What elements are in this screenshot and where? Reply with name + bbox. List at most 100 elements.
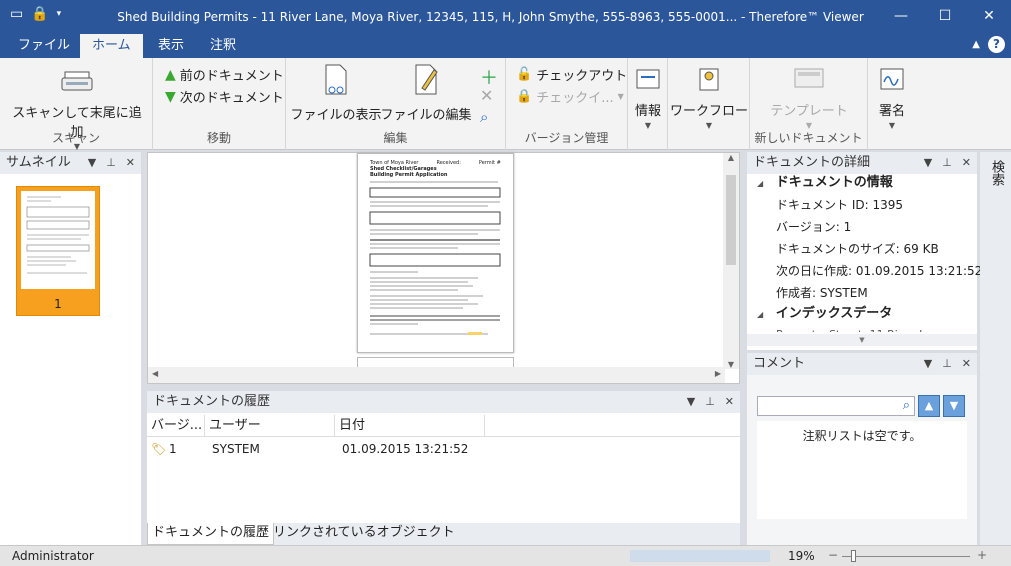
zoom-level: 19%	[788, 549, 815, 563]
doc-author: 作成者: SYSTEM	[776, 286, 868, 300]
col-version[interactable]: バージ...	[147, 415, 205, 437]
col-user[interactable]: ユーザー	[205, 415, 335, 437]
edit-file-button[interactable]: ファイルの編集	[380, 64, 472, 123]
chevron-down-icon: ▼	[888, 121, 896, 130]
search-icon[interactable]: ⌕	[903, 398, 910, 413]
quick-access-toolbar: ▭ 🔒 ▾	[10, 6, 61, 22]
ribbon-tabs: ファイル ホーム 表示 注釈 ▲ ?	[0, 34, 1011, 58]
prev-comment-button[interactable]: ▲	[918, 395, 940, 417]
page-header-mid: Received:	[436, 160, 461, 166]
comments-panel-title: コメント	[753, 356, 806, 371]
close-button[interactable]: ✕	[967, 0, 1011, 32]
scanner-icon	[61, 71, 93, 91]
chevron-down-icon[interactable]: ▼	[88, 152, 96, 174]
group-new-document: テンプレート ▼ 新しいドキュメント	[750, 58, 868, 150]
zoom-slider-handle[interactable]	[851, 550, 856, 562]
table-row[interactable]: 🏷 1 SYSTEM 01.09.2015 13:21:52	[147, 438, 740, 460]
pin-icon[interactable]: ⊥	[705, 391, 715, 413]
scroll-down-icon[interactable]: ▼	[723, 360, 739, 369]
search-icon: ⌕	[480, 108, 489, 126]
signature-icon	[880, 68, 904, 90]
chevron-down-icon[interactable]: ▾	[57, 9, 62, 19]
pin-icon[interactable]: ⊥	[942, 353, 952, 375]
template-icon	[794, 68, 824, 88]
workflow-icon	[699, 68, 719, 91]
zoom-in-button[interactable]: +	[977, 548, 987, 562]
history-tabs: ドキュメントの履歴 リンクされているオブジェクト	[147, 523, 740, 545]
thumbnail-image	[21, 191, 95, 289]
chevron-down-icon[interactable]: ▼	[687, 391, 695, 413]
page-header-right: Permit #	[478, 160, 501, 166]
group-info: 情報 ▼	[628, 58, 668, 150]
next-document-button[interactable]: ▼ 次のドキュメント	[165, 87, 284, 107]
pin-icon[interactable]: ⊥	[942, 152, 952, 174]
search-side-tab[interactable]: 検索	[980, 152, 1011, 545]
info-button[interactable]: 情報 ▼	[628, 66, 668, 130]
window-title: Shed Building Permits - 11 River Lane, M…	[117, 10, 864, 24]
comments-panel: コメント ▼ ⊥ ✕ ⌕ ▲ ▼ 注釈リストは空です。	[747, 353, 977, 545]
maximize-button[interactable]: ☐	[923, 0, 967, 32]
search-button[interactable]: ⌕	[480, 108, 488, 126]
scroll-right-icon[interactable]: ▶	[715, 369, 721, 378]
close-icon[interactable]: ✕	[962, 152, 971, 174]
doc-id: ドキュメント ID: 1395	[776, 198, 903, 212]
lock-icon[interactable]: 🔒	[31, 6, 48, 22]
scrollbar-thumb[interactable]	[726, 175, 736, 265]
index-section-header[interactable]: ◢ インデックスデータ	[757, 303, 892, 325]
chevron-down-icon[interactable]: ▼	[924, 152, 932, 174]
chevron-down-icon: ▼	[705, 121, 713, 130]
index-property-partial: Property: Street: 11 River Lane	[776, 324, 946, 332]
vertical-scrollbar[interactable]: ▲ ▼	[723, 153, 739, 369]
thumbnail-page-1[interactable]: 1	[16, 186, 100, 316]
status-user: Administrator	[12, 549, 94, 563]
history-panel-title: ドキュメントの履歴	[153, 394, 271, 409]
tab-document-history[interactable]: ドキュメントの履歴	[147, 523, 275, 545]
arrow-up-icon: ▲	[165, 66, 176, 83]
minimize-button[interactable]: —	[879, 0, 923, 32]
chevron-down-icon[interactable]: ▼	[924, 353, 932, 375]
next-comment-button[interactable]: ▼	[943, 395, 965, 417]
tab-annotation[interactable]: 注釈	[198, 34, 248, 58]
close-icon[interactable]: ✕	[962, 353, 971, 375]
collapse-ribbon-icon[interactable]: ▲	[972, 39, 980, 50]
group-sign: 署名 ▼	[868, 58, 916, 150]
group-scan: スキャンして末尾に追加 ▼ スキャン	[0, 58, 153, 151]
zoom-out-button[interactable]: −	[828, 548, 838, 562]
zoom-slider-track[interactable]	[842, 556, 970, 557]
delete-page-button[interactable]: ✕	[480, 86, 493, 105]
document-page-content	[369, 181, 501, 335]
close-icon[interactable]: ✕	[725, 391, 734, 413]
doc-created: 次の日に作成: 01.09.2015 13:21:52	[776, 264, 983, 278]
doc-size: ドキュメントのサイズ: 69 KB	[776, 242, 939, 256]
horizontal-scrollbar[interactable]: ◀ ▶	[148, 367, 725, 383]
help-icon[interactable]: ?	[988, 36, 1005, 53]
tab-linked-objects[interactable]: リンクされているオブジェクト	[269, 523, 459, 545]
lock-icon: 🔒	[516, 89, 533, 104]
history-grid-header: バージ... ユーザー 日付	[147, 415, 740, 437]
sign-button[interactable]: 署名 ▼	[868, 66, 916, 130]
group-workflow: ワークフロー ▼	[668, 58, 750, 150]
prev-document-button[interactable]: ▲ 前のドキュメント	[165, 65, 284, 85]
checkin-button[interactable]: 🔒 チェックイ... ▼	[516, 87, 624, 106]
view-file-button[interactable]: ファイルの表示	[290, 64, 382, 123]
checkout-button[interactable]: 🔓 チェックアウト	[516, 65, 627, 84]
tab-view[interactable]: 表示	[146, 34, 196, 58]
tab-file[interactable]: ファイル	[6, 34, 82, 58]
group-version: 🔓 チェックアウト 🔒 チェックイ... ▼ バージョン管理	[506, 58, 628, 150]
template-button[interactable]: テンプレート ▼	[750, 66, 868, 130]
arrow-up-icon: ▲	[924, 399, 934, 412]
comment-search-input[interactable]: ⌕	[757, 396, 915, 416]
workflow-button[interactable]: ワークフロー ▼	[668, 66, 750, 130]
pin-icon[interactable]: ⊥	[106, 152, 116, 174]
details-scroll-down-icon[interactable]: ▼	[747, 334, 977, 346]
scroll-up-icon[interactable]: ▲	[723, 153, 739, 162]
info-section-header[interactable]: ◢ ドキュメントの情報	[757, 172, 893, 194]
close-icon[interactable]: ✕	[126, 152, 135, 174]
expand-icon[interactable]: ◢	[757, 179, 763, 188]
scanner-icon[interactable]: ▭	[10, 6, 23, 22]
document-viewer[interactable]: Town of Moya River Received: Permit # Sh…	[147, 152, 740, 384]
tab-home[interactable]: ホーム	[80, 34, 143, 58]
expand-icon[interactable]: ◢	[757, 310, 763, 319]
col-date[interactable]: 日付	[335, 415, 485, 437]
scroll-left-icon[interactable]: ◀	[152, 369, 158, 378]
